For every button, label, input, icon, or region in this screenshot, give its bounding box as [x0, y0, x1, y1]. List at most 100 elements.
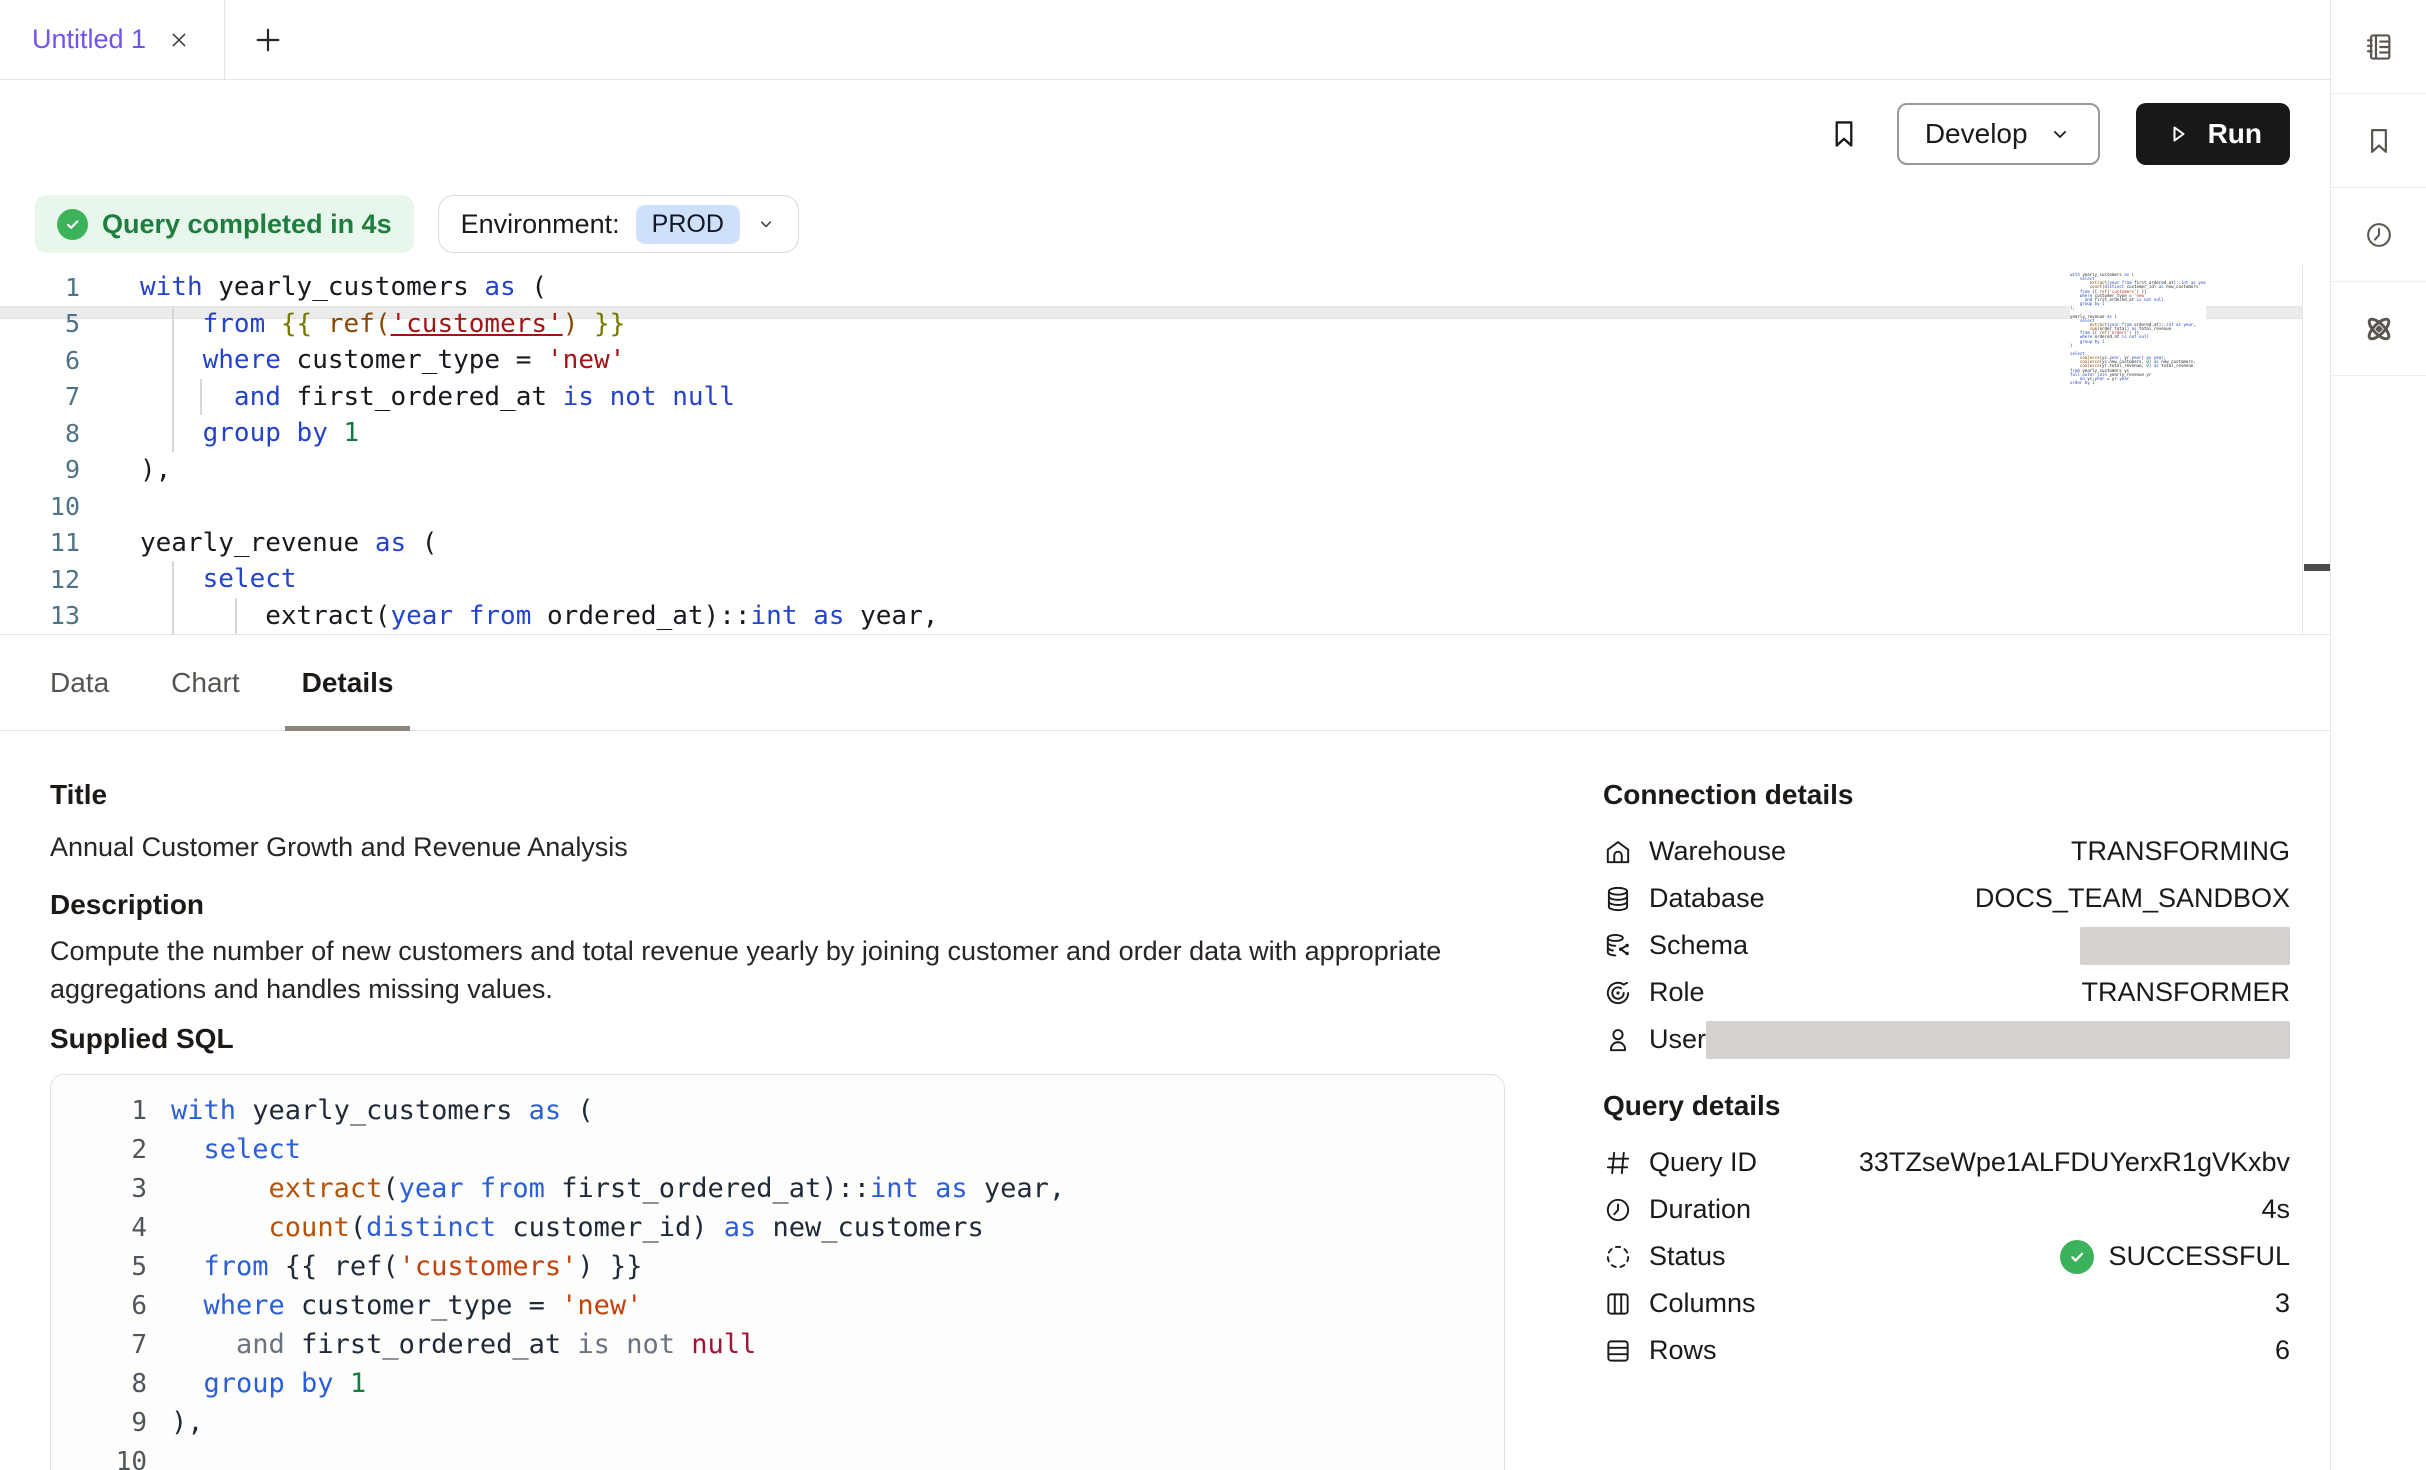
code-text: and first_ordered_at is not null — [171, 1329, 756, 1360]
sql-line: 6 where customer_type = 'new' — [51, 1286, 1504, 1325]
sql-line: 1with yearly_customers as ( — [51, 1091, 1504, 1130]
line-number: 9 — [51, 1408, 147, 1438]
right-icon-sidebar — [2330, 0, 2426, 1470]
kv-value: DOCS_TEAM_SANDBOX — [1975, 883, 2290, 914]
rows-row: Rows6 — [1603, 1327, 2290, 1374]
line-number: 12 — [0, 565, 80, 594]
line-number: 1 — [0, 273, 80, 302]
code-line[interactable]: 8 group by 1 — [0, 415, 2302, 452]
line-number: 4 — [51, 1213, 147, 1243]
develop-label: Develop — [1925, 118, 2028, 150]
sql-line: 8 group by 1 — [51, 1364, 1504, 1403]
line-number: 7 — [0, 382, 80, 411]
environment-dropdown[interactable]: Environment: PROD — [438, 195, 799, 253]
line-number: 2 — [51, 1135, 147, 1165]
role-icon — [1603, 978, 1633, 1008]
editor-scrollbar[interactable] — [2302, 265, 2330, 634]
status-row: Query completed in 4s Environment: PROD — [35, 195, 799, 253]
duration-row: Duration4s — [1603, 1186, 2290, 1233]
editor-scrollbar-thumb[interactable] — [2304, 564, 2330, 571]
kv-label: Schema — [1649, 930, 1748, 961]
line-number: 6 — [51, 1291, 147, 1321]
description-heading: Description — [50, 888, 1505, 922]
redacted-value — [1706, 1021, 2290, 1059]
line-number: 11 — [0, 528, 80, 557]
file-tab-untitled-1[interactable]: Untitled 1 — [0, 0, 225, 79]
rows-icon — [1603, 1336, 1633, 1366]
code-line[interactable]: 13 extract(year from ordered_at)::int as… — [0, 598, 2302, 635]
code-line[interactable]: 5 from {{ ref('customers') }} — [0, 306, 2302, 343]
sql-line: 10 — [51, 1442, 1504, 1470]
user-row: User — [1603, 1016, 2290, 1063]
result-tab-chart[interactable]: Chart — [171, 635, 239, 730]
schema-row: Schema — [1603, 922, 2290, 969]
sql-editor[interactable]: 1with yearly_customers as (5 from {{ ref… — [0, 265, 2302, 634]
code-text: yearly_revenue as ( — [140, 528, 437, 558]
code-line[interactable]: 6 where customer_type = 'new' — [0, 342, 2302, 379]
details-right-column: Connection details WarehouseTRANSFORMING… — [1603, 732, 2290, 1374]
editor-toolbar: Develop Run — [0, 80, 2330, 188]
new-tab-button[interactable] — [225, 0, 311, 79]
history-clock-icon — [2363, 219, 2395, 251]
sql-line: 2 select — [51, 1130, 1504, 1169]
editor-minimap[interactable]: with yearly_customers as ( select extrac… — [2070, 273, 2206, 393]
code-line[interactable]: 12 select — [0, 561, 2302, 598]
code-line[interactable]: 9), — [0, 452, 2302, 489]
details-panel: Title Annual Customer Growth and Revenue… — [0, 732, 2330, 1470]
kv-value: SUCCESSFUL — [2108, 1241, 2290, 1272]
result-tab-data[interactable]: Data — [50, 635, 109, 730]
supplied-sql-block: 1with yearly_customers as (2 select3 ext… — [50, 1074, 1505, 1470]
query-id-row: Query ID33TZseWpe1ALFDUYerxR1gVKxbv — [1603, 1139, 2290, 1186]
notebook-icon — [2362, 30, 2396, 64]
dbt-knot-icon — [2361, 311, 2397, 347]
code-line[interactable]: 10 — [0, 488, 2302, 525]
columns-icon — [1603, 1289, 1633, 1319]
sql-line: 3 extract(year from first_ordered_at)::i… — [51, 1169, 1504, 1208]
code-line[interactable]: 7 and first_ordered_at is not null — [0, 379, 2302, 416]
code-text: ), — [171, 1407, 204, 1438]
line-number: 10 — [0, 492, 80, 521]
line-number: 7 — [51, 1330, 147, 1360]
kv-label: Query ID — [1649, 1147, 1757, 1178]
sidebar-button-dbt-knot[interactable] — [2331, 282, 2426, 376]
kv-label: Rows — [1649, 1335, 1717, 1366]
code-text: select — [140, 564, 297, 594]
query-details-heading: Query details — [1603, 1089, 2290, 1123]
line-number: 5 — [0, 309, 80, 338]
play-icon — [2164, 120, 2192, 148]
run-button[interactable]: Run — [2136, 103, 2290, 165]
file-tab-bar: Untitled 1 — [0, 0, 2330, 80]
sidebar-button-history-clock[interactable] — [2331, 188, 2426, 282]
line-number: 3 — [51, 1174, 147, 1204]
code-line[interactable]: 1with yearly_customers as ( — [0, 269, 2302, 306]
sidebar-button-bookmark[interactable] — [2331, 94, 2426, 188]
result-tab-details[interactable]: Details — [302, 635, 394, 730]
kv-value: 4s — [2261, 1194, 2290, 1225]
code-text: from {{ ref('customers') }} — [171, 1251, 642, 1282]
kv-value: 3 — [2275, 1288, 2290, 1319]
main-area: Untitled 1 Develop Run — [0, 0, 2330, 1470]
close-icon[interactable] — [166, 27, 192, 53]
code-line[interactable]: 11 yearly_revenue as ( — [0, 525, 2302, 562]
code-text: where customer_type = 'new' — [140, 345, 625, 375]
status-row: Status SUCCESSFUL — [1603, 1233, 2290, 1280]
kv-label: Status — [1649, 1241, 1726, 1272]
line-number: 5 — [51, 1252, 147, 1282]
connection-details-heading: Connection details — [1603, 778, 2290, 812]
chevron-down-icon — [2048, 122, 2072, 146]
user-icon — [1603, 1025, 1633, 1055]
database-icon — [1603, 884, 1633, 914]
query-status-text: Query completed in 4s — [102, 209, 392, 240]
sidebar-button-notebook[interactable] — [2331, 0, 2426, 94]
code-text: from {{ ref('customers') }} — [140, 309, 625, 339]
status-pending-icon — [1603, 1242, 1633, 1272]
bookmark-icon[interactable] — [1827, 117, 1861, 151]
code-text: count(distinct customer_id) as new_custo… — [171, 1212, 984, 1243]
line-number: 1 — [51, 1096, 147, 1126]
line-number: 13 — [0, 601, 80, 630]
title-heading: Title — [50, 778, 1505, 812]
duration-clock-icon — [1603, 1195, 1633, 1225]
columns-row: Columns3 — [1603, 1280, 2290, 1327]
develop-dropdown[interactable]: Develop — [1897, 103, 2100, 165]
hash-icon — [1603, 1148, 1633, 1178]
